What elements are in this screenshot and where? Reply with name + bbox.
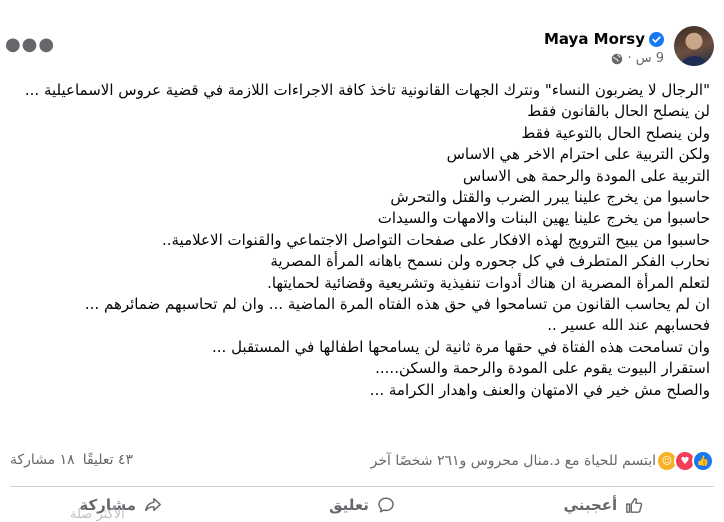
author-name[interactable]: Maya Morsy (544, 30, 645, 48)
verified-badge-icon (649, 31, 664, 47)
post-line: ولن ينصلح الحال بالتوعية فقط (521, 123, 710, 142)
globe-icon (612, 53, 623, 64)
post-line: حاسبوا من يخرج علينا يبرر الضرب والقتل و… (390, 188, 710, 207)
like-label: أعجبني (563, 496, 618, 514)
post-time[interactable]: 9 س · (627, 51, 664, 66)
share-count[interactable]: ١٨ مشاركة (10, 452, 75, 468)
post-line: ان لم يحاسب القانون من تسامحوا في حق هذه… (84, 295, 710, 314)
reaction-summary[interactable]: ابتسم للحياة مع د.منال محروس و٢٦١ شخصًا … (371, 453, 656, 469)
like-icon: 👍 (692, 450, 714, 472)
share-icon (145, 497, 161, 512)
facebook-post: Maya Morsy 9 س · ●●● "الرجال لا يضربون ا… (0, 0, 724, 522)
post-line: لتعلم المرأة المصرية ان هناك أدوات تنفيذ… (267, 273, 710, 292)
author-avatar[interactable] (674, 26, 714, 66)
post-line: حاسبوا من يخرج علينا يهين البنات والامها… (377, 209, 710, 228)
post-line: نحارب الفكر المتطرف في كل جحوره ولن نسمح… (270, 252, 710, 271)
engagement-counts: ٤٣ تعليقًا ١٨ مشاركة (10, 452, 133, 468)
author-header: Maya Morsy (544, 30, 664, 48)
post-line: التربية على المودة والرحمة هى الاساس (462, 166, 710, 185)
comment-label: تعليق (329, 496, 369, 514)
divider (10, 486, 714, 487)
post-line: "الرجال لا يضربون النساء" ونترك الجهات ا… (24, 81, 710, 99)
post-text: "الرجال لا يضربون النساء" ونترك الجهات ا… (10, 80, 710, 401)
reaction-icons: ☺ ♥ 👍 (656, 450, 714, 472)
post-line: استقرار البيوت يقوم على المودة والرحمة و… (375, 359, 710, 378)
more-options-button[interactable]: ●●● (5, 30, 54, 58)
comment-icon (378, 497, 394, 513)
post-meta: 9 س · (611, 51, 664, 66)
post-line: ولكن التربية على احترام الاخر هي الاساس (446, 145, 710, 164)
post-line: والصلح مش خير في الامتهان والعنف واهدار … (369, 380, 710, 399)
post-line: لن ينصلح الحال بالقانون فقط (527, 102, 710, 121)
post-line: حاسبوا من يبيح الترويج لهذه الافكار على … (161, 230, 710, 249)
comment-button[interactable]: تعليق (241, 490, 482, 520)
post-line: وان تسامحت هذه الفتاة في حقها مرة ثانية … (212, 337, 710, 356)
comment-count[interactable]: ٤٣ تعليقًا (83, 452, 133, 468)
thumbs-up-icon (626, 497, 643, 513)
like-button[interactable]: أعجبني (483, 490, 724, 520)
more-options-icon: ●●● (4, 33, 56, 55)
post-line: فحسابهم عند الله عسير .. (547, 316, 710, 335)
reactions-bar[interactable]: ☺ ♥ 👍 ابتسم للحياة مع د.منال محروس و٢٦١ … (371, 450, 714, 472)
